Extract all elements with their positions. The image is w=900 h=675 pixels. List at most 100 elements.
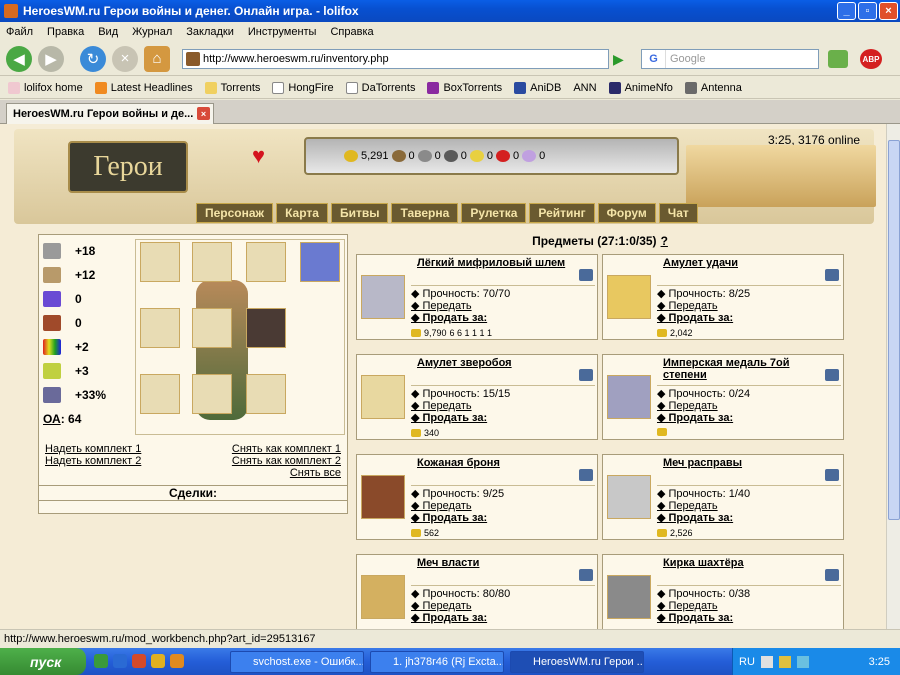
save-set-2-link[interactable]: Снять как комплект 2 <box>232 455 341 467</box>
repair-hammer-icon[interactable] <box>825 469 839 481</box>
search-box[interactable]: G Google <box>641 49 819 69</box>
menu-map[interactable]: Карта <box>276 203 328 223</box>
item-name-link[interactable]: Амулет удачи <box>663 257 823 269</box>
cloak-slot[interactable] <box>246 308 286 348</box>
bookmark-boxtorrents[interactable]: BoxTorrents <box>427 81 502 94</box>
boots-slot[interactable] <box>192 374 232 414</box>
item-image[interactable] <box>361 375 405 419</box>
item-name-link[interactable]: Меч расправы <box>663 457 823 469</box>
remove-all-link[interactable]: Снять все <box>290 467 341 479</box>
home-button[interactable]: ⌂ <box>144 45 170 72</box>
item-name-link[interactable]: Имперская медаль 7ой степени <box>663 357 823 381</box>
maximize-button[interactable]: ▫ <box>858 2 877 20</box>
sell-link[interactable]: ◆ Продать за: <box>411 411 487 424</box>
item-name-link[interactable]: Амулет зверобоя <box>417 357 577 369</box>
sell-link[interactable]: ◆ Продать за: <box>657 511 733 524</box>
menu-chat[interactable]: Чат <box>658 203 698 223</box>
repair-hammer-icon[interactable] <box>579 369 593 381</box>
item-image[interactable] <box>607 375 651 419</box>
repair-hammer-icon[interactable] <box>825 269 839 281</box>
language-indicator[interactable]: RU <box>739 656 755 668</box>
close-button[interactable]: × <box>879 2 898 20</box>
wear-set-1-link[interactable]: Надеть комплект 1 <box>45 443 141 455</box>
item-name-link[interactable]: Лёгкий мифриловый шлем <box>417 257 577 269</box>
oa-link[interactable]: ОА <box>43 412 61 426</box>
bookmark-antenna[interactable]: Antenna <box>684 81 742 94</box>
ring-slot-2[interactable] <box>140 308 180 348</box>
menu-history[interactable]: Журнал <box>132 26 172 38</box>
tab-close-icon[interactable]: × <box>197 107 210 120</box>
item-name-link[interactable]: Кирка шахтёра <box>663 557 823 569</box>
bookmark-datorrents[interactable]: DaTorrents <box>345 81 415 94</box>
adblock-icon[interactable]: ABP <box>860 49 882 69</box>
repair-hammer-icon[interactable] <box>579 269 593 281</box>
bookmark-torrents[interactable]: Torrents <box>204 81 260 94</box>
item-image[interactable] <box>607 275 651 319</box>
quicklaunch-icon[interactable] <box>132 654 146 668</box>
go-button[interactable]: ▶ <box>613 49 631 69</box>
start-button[interactable]: пуск <box>0 648 86 675</box>
sell-link[interactable]: ◆ Продать за: <box>657 611 733 624</box>
item-image[interactable] <box>361 475 405 519</box>
amulet-slot[interactable] <box>246 242 286 282</box>
bookmark-latest-headlines[interactable]: Latest Headlines <box>94 81 193 94</box>
item-image[interactable] <box>607 575 651 619</box>
bookmark-hongfire[interactable]: HongFire <box>272 81 334 94</box>
sell-link[interactable]: ◆ Продать за: <box>411 511 487 524</box>
item-image[interactable] <box>607 475 651 519</box>
menu-tavern[interactable]: Таверна <box>391 203 459 223</box>
task-jh378r46[interactable]: 1. jh378r46 (Rj Excta... <box>370 651 504 673</box>
sell-link[interactable]: ◆ Продать за: <box>657 311 733 324</box>
bookmark-anidb[interactable]: AniDB <box>514 81 561 94</box>
item-image[interactable] <box>361 275 405 319</box>
bookmark-ann[interactable]: ANN <box>573 82 596 94</box>
quicklaunch-icon[interactable] <box>113 654 127 668</box>
back-button[interactable]: ◀ <box>6 45 32 72</box>
save-set-1-link[interactable]: Снять как комплект 1 <box>232 443 341 455</box>
menu-rating[interactable]: Рейтинг <box>529 203 595 223</box>
spellbook-slot[interactable] <box>300 242 340 282</box>
address-bar[interactable]: http://www.heroeswm.ru/inventory.php <box>182 49 609 69</box>
reload-button[interactable]: ↻ <box>80 45 106 72</box>
quicklaunch-icon[interactable] <box>170 654 184 668</box>
forward-button[interactable]: ▶ <box>38 45 64 72</box>
helmet-slot[interactable] <box>192 242 232 282</box>
menu-help[interactable]: Справка <box>330 26 373 38</box>
repair-hammer-icon[interactable] <box>825 569 839 581</box>
item-name-link[interactable]: Кожаная броня <box>417 457 577 469</box>
inventory-help-link[interactable]: ? <box>661 234 668 248</box>
armor-slot[interactable] <box>192 308 232 348</box>
scrollbar-thumb[interactable] <box>888 140 900 520</box>
tray-icon[interactable] <box>778 655 791 668</box>
bookmark-lolifox-home[interactable]: lolifox home <box>8 81 83 94</box>
menu-bookmarks[interactable]: Закладки <box>186 26 234 38</box>
menu-character[interactable]: Персонаж <box>196 203 274 223</box>
menu-tools[interactable]: Инструменты <box>248 26 317 38</box>
repair-hammer-icon[interactable] <box>579 469 593 481</box>
sell-link[interactable]: ◆ Продать за: <box>411 311 487 324</box>
bow-slot[interactable] <box>140 374 180 414</box>
ring-slot[interactable] <box>140 242 180 282</box>
menu-roulette[interactable]: Рулетка <box>461 203 527 223</box>
quicklaunch-icon[interactable] <box>151 654 165 668</box>
minimize-button[interactable]: _ <box>837 2 856 20</box>
menu-battles[interactable]: Битвы <box>330 203 389 223</box>
window-titlebar[interactable]: HeroesWM.ru Герои войны и денег. Онлайн … <box>0 0 900 22</box>
repair-hammer-icon[interactable] <box>825 369 839 381</box>
bookmark-animenfo[interactable]: AnimeNfo <box>608 81 673 94</box>
quicklaunch-icon[interactable] <box>94 654 108 668</box>
repair-hammer-icon[interactable] <box>579 569 593 581</box>
tab-heroeswm[interactable]: HeroesWM.ru Герои войны и де... × <box>6 103 214 124</box>
sell-link[interactable]: ◆ Продать за: <box>411 611 487 624</box>
weapon-slot[interactable] <box>246 374 286 414</box>
menu-forum[interactable]: Форум <box>597 203 656 223</box>
menu-view[interactable]: Вид <box>98 26 118 38</box>
menu-edit[interactable]: Правка <box>47 26 84 38</box>
item-image[interactable] <box>361 575 405 619</box>
help-icon[interactable] <box>760 655 773 668</box>
sell-link[interactable]: ◆ Продать за: <box>657 411 733 424</box>
task-svchost[interactable]: svchost.exe - Ошибк... <box>230 651 364 673</box>
game-logo[interactable]: Герои <box>68 141 188 193</box>
task-heroeswm[interactable]: HeroesWM.ru Герои ... <box>510 651 644 673</box>
stop-button[interactable]: × <box>112 45 138 72</box>
